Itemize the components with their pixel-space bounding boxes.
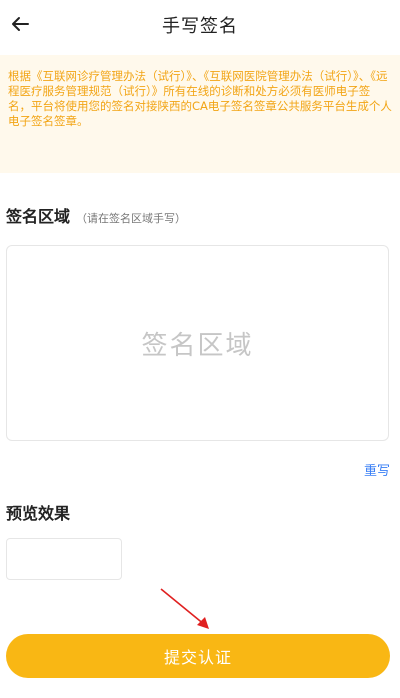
annotation-arrow-icon	[160, 588, 209, 629]
signature-label-row: 签名区域 （请在签名区域手写）	[6, 203, 186, 227]
signature-canvas[interactable]: 签名区域	[6, 245, 389, 441]
signature-label: 签名区域	[6, 207, 71, 226]
submit-button[interactable]: 提交认证	[6, 634, 390, 678]
preview-label: 预览效果	[6, 504, 71, 523]
notice-banner: 根据《互联网诊疗管理办法（试行）》、《互联网医院管理办法（试行）》、《远程医疗服…	[0, 55, 400, 173]
signature-hint: （请在签名区域手写）	[76, 212, 187, 225]
preview-box	[6, 538, 122, 580]
header: 手写签名	[0, 0, 400, 50]
rewrite-button[interactable]: 重写	[364, 460, 390, 479]
page-title: 手写签名	[162, 16, 238, 37]
signature-placeholder: 签名区域	[141, 330, 254, 361]
notice-text: 根据《互联网诊疗管理办法（试行）》、《互联网医院管理办法（试行）》、《远程医疗服…	[8, 69, 392, 128]
